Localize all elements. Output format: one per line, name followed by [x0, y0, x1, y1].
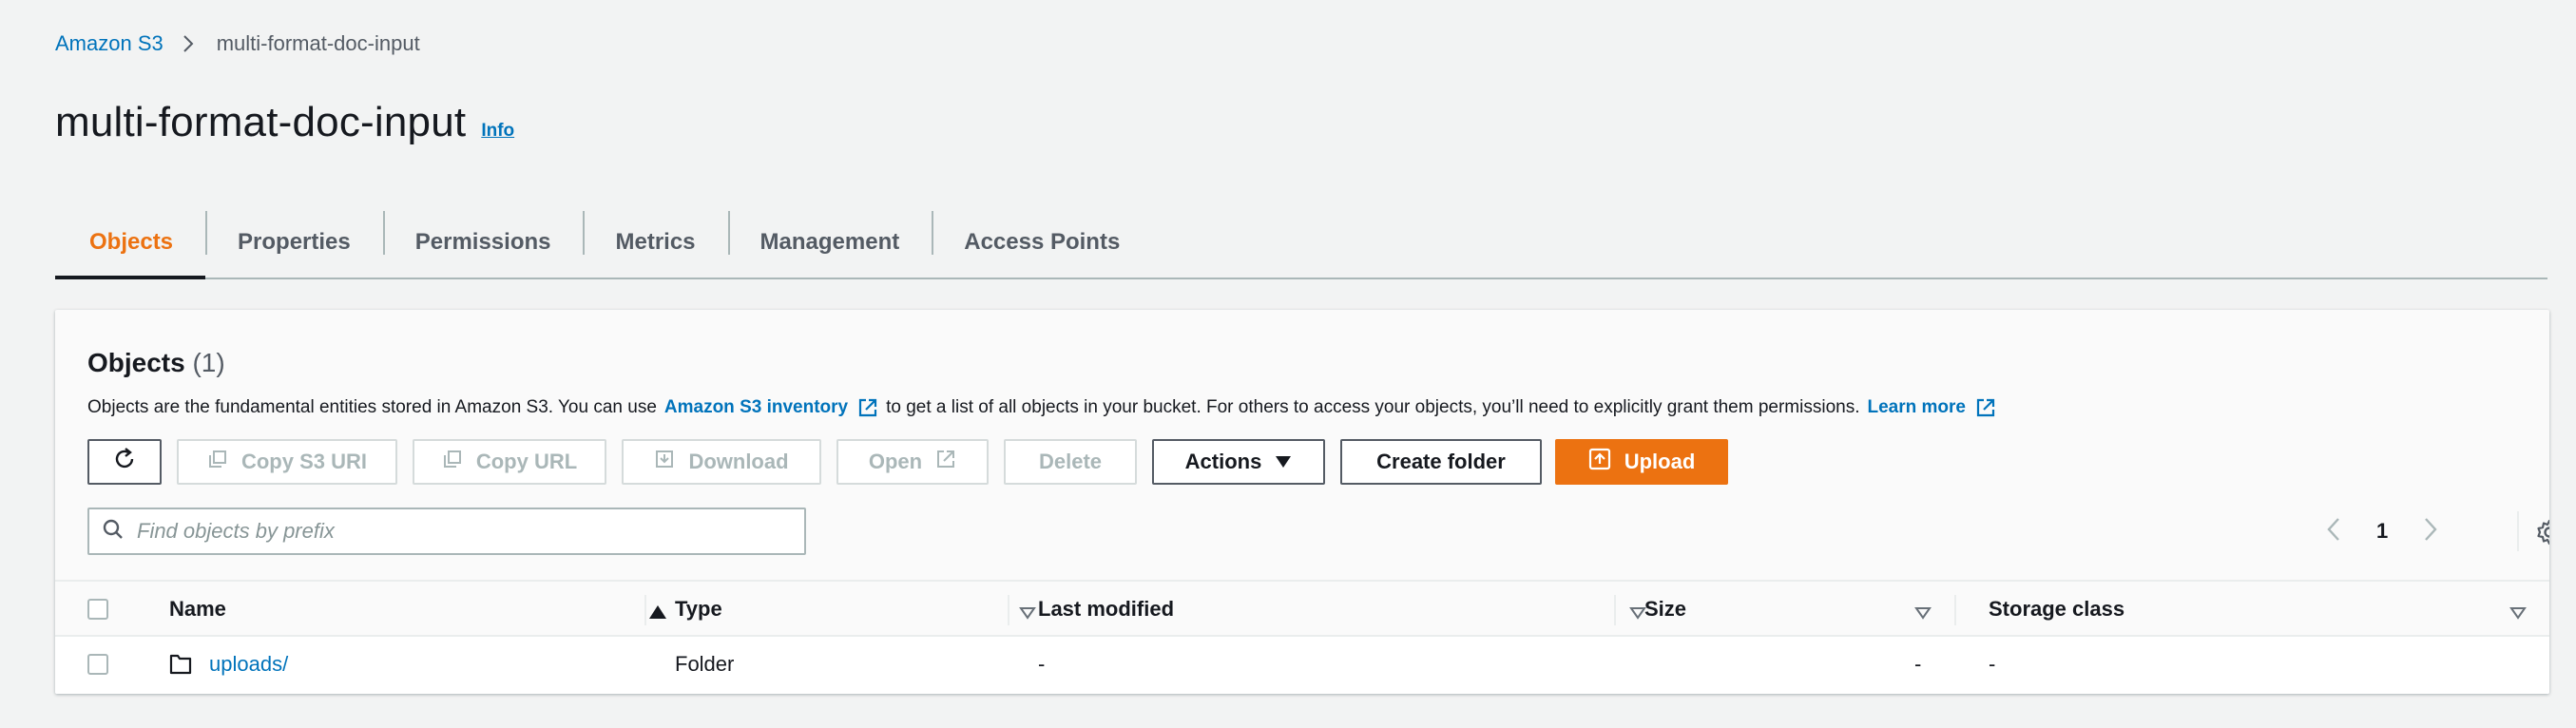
description-prefix: Objects are the fundamental entities sto…: [87, 397, 657, 417]
tab-permissions[interactable]: Permissions: [382, 207, 584, 278]
download-icon: [654, 449, 675, 475]
delete-label: Delete: [1038, 450, 1103, 473]
settings-gear-icon[interactable]: [2536, 519, 2549, 550]
info-link[interactable]: Info: [481, 121, 514, 142]
select-all-checkbox[interactable]: [87, 599, 108, 620]
page-number[interactable]: 1: [2376, 519, 2388, 544]
upload-button[interactable]: Upload: [1555, 439, 1728, 485]
copy-s3-uri-label: Copy S3 URI: [240, 450, 368, 473]
tab-bar: Objects Properties Permissions Metrics M…: [55, 207, 2547, 279]
table-header: Name Type Last modified Size Storage cla…: [55, 580, 2549, 637]
column-divider: [1008, 595, 1009, 625]
refresh-icon: [111, 446, 138, 478]
download-label: Download: [688, 450, 789, 473]
search-box: [87, 508, 806, 555]
breadcrumb-current: multi-format-doc-input: [216, 31, 420, 55]
upload-icon: [1588, 448, 1611, 476]
tab-management[interactable]: Management: [727, 207, 932, 278]
copy-icon: [442, 449, 463, 475]
column-divider: [1614, 595, 1616, 625]
folder-icon: [169, 654, 192, 675]
cell-name: uploads/: [169, 637, 288, 692]
tab-metrics[interactable]: Metrics: [583, 207, 727, 278]
cell-size: -: [1914, 652, 1922, 676]
column-size-label: Size: [1644, 597, 1687, 621]
next-page-icon[interactable]: [2424, 517, 2437, 546]
column-name-label: Name: [169, 597, 226, 621]
column-divider: [644, 595, 646, 625]
objects-panel: Objects (1) Objects are the fundamental …: [55, 310, 2549, 694]
table-row: uploads/ Folder - - -: [55, 637, 2549, 694]
external-link-icon: [1975, 397, 1996, 418]
create-folder-button[interactable]: Create folder: [1340, 439, 1542, 485]
search-icon: [103, 519, 124, 545]
delete-button[interactable]: Delete: [1004, 439, 1137, 485]
breadcrumb-amazon-s3[interactable]: Amazon S3: [55, 31, 163, 56]
caret-down-icon: [1275, 450, 1292, 474]
sort-ascending-icon: [648, 601, 667, 625]
copy-url-button[interactable]: Copy URL: [413, 439, 606, 485]
column-header-name[interactable]: Name: [169, 582, 682, 637]
column-header-last-modified[interactable]: Last modified: [1038, 582, 1646, 637]
description-middle: to get a list of all objects in your buc…: [886, 397, 1860, 417]
tab-access-points[interactable]: Access Points: [932, 207, 1152, 278]
row-checkbox-cell: [87, 637, 108, 692]
page-header: multi-format-doc-input Info: [55, 99, 514, 146]
objects-count: (1): [192, 348, 225, 377]
column-header-type[interactable]: Type: [675, 582, 1036, 637]
actions-dropdown-button[interactable]: Actions: [1152, 439, 1325, 485]
previous-page-icon[interactable]: [2327, 517, 2340, 546]
select-all-checkbox-cell: [87, 582, 108, 637]
download-button[interactable]: Download: [622, 439, 821, 485]
sort-indicator-icon: [1019, 601, 1036, 625]
column-type-label: Type: [675, 597, 722, 621]
upload-label: Upload: [1624, 450, 1696, 473]
divider: [2517, 511, 2519, 551]
chevron-right-icon: [183, 34, 194, 53]
cell-last-modified: -: [1038, 652, 1046, 676]
page-title: multi-format-doc-input: [55, 99, 467, 145]
objects-heading-label: Objects: [87, 348, 185, 377]
pagination: 1: [2327, 508, 2549, 555]
objects-description: Objects are the fundamental entities sto…: [87, 397, 2004, 418]
column-header-size[interactable]: Size: [1644, 582, 1971, 637]
sort-indicator-icon: [1914, 601, 1932, 625]
cell-storage-class: -: [1989, 652, 1996, 676]
column-divider: [1954, 595, 1956, 625]
search-input[interactable]: [137, 519, 783, 544]
inventory-link[interactable]: Amazon S3 inventory: [664, 397, 848, 418]
folder-link[interactable]: uploads/: [209, 652, 288, 677]
objects-heading: Objects (1): [87, 348, 225, 378]
refresh-button[interactable]: [87, 439, 162, 485]
breadcrumb: Amazon S3 multi-format-doc-input: [55, 29, 420, 59]
open-label: Open: [868, 450, 923, 473]
column-storage-class-label: Storage class: [1989, 597, 2125, 621]
sort-indicator-icon: [2509, 601, 2527, 625]
tab-properties[interactable]: Properties: [205, 207, 383, 278]
column-header-storage-class[interactable]: Storage class: [1989, 582, 2546, 637]
objects-panel-header: Objects (1) Objects are the fundamental …: [55, 310, 2549, 580]
column-last-modified-label: Last modified: [1038, 597, 1175, 621]
tab-objects[interactable]: Objects: [55, 207, 206, 279]
open-button[interactable]: Open: [836, 439, 989, 485]
external-link-icon: [857, 397, 878, 418]
cell-type: Folder: [675, 652, 735, 676]
row-checkbox[interactable]: [87, 654, 108, 675]
copy-icon: [207, 449, 228, 475]
learn-more-link[interactable]: Learn more: [1867, 397, 1965, 418]
external-link-icon: [935, 449, 956, 475]
copy-s3-uri-button[interactable]: Copy S3 URI: [177, 439, 397, 485]
actions-label: Actions: [1184, 450, 1262, 473]
copy-url-label: Copy URL: [475, 450, 578, 473]
create-folder-label: Create folder: [1376, 450, 1506, 473]
